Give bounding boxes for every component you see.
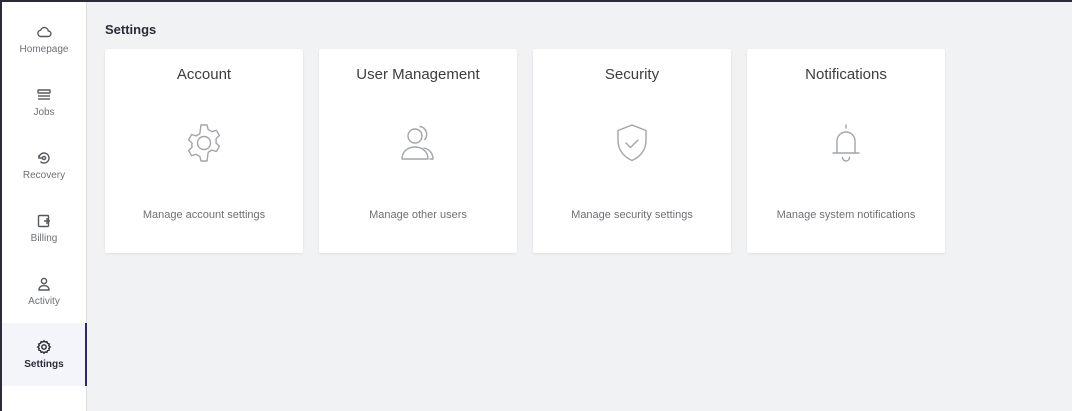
card-description: Manage system notifications [776,209,916,221]
users-icon [394,117,442,169]
card-user-management[interactable]: User Management Manage other users [319,49,517,253]
sidebar-item-label: Recovery [22,170,66,181]
cloud-icon [37,26,52,38]
main-content: Settings Account Manage account settings… [87,2,1072,411]
billing-icon [37,214,50,228]
sidebar-item-homepage[interactable]: Homepage [2,8,86,71]
sidebar-item-activity[interactable]: Activity [2,260,86,323]
card-account[interactable]: Account Manage account settings [105,49,303,253]
person-icon [38,277,50,291]
sidebar-item-label: Jobs [33,107,55,118]
sidebar-item-billing[interactable]: Billing [2,197,86,260]
shield-check-icon [608,117,656,169]
sidebar-item-label: Homepage [19,44,69,55]
settings-cards: Account Manage account settings User Man… [105,49,1054,253]
page-title: Settings [105,22,157,37]
card-security[interactable]: Security Manage security settings [533,49,731,253]
card-description: Manage security settings [571,209,693,221]
card-title: User Management [356,66,480,83]
sidebar-item-label: Billing [30,233,58,244]
sidebar-item-label: Settings [24,359,64,370]
card-description: Manage other users [369,209,467,221]
app-frame: Homepage Jobs Recovery Billing Activity … [0,0,1072,411]
gear-icon [36,339,52,355]
sidebar-item-settings[interactable]: Settings [2,323,87,386]
sidebar-item-label: Activity [28,296,60,307]
card-notifications[interactable]: Notifications Manage system notification… [747,49,945,253]
stack-icon [37,89,51,100]
card-title: Account [176,66,232,83]
bell-icon [822,117,870,169]
sidebar: Homepage Jobs Recovery Billing Activity … [2,2,87,411]
sidebar-item-jobs[interactable]: Jobs [2,71,86,134]
card-title: Security [604,66,660,83]
card-description: Manage account settings [142,209,266,221]
card-title: Notifications [805,66,887,83]
gear-icon [180,117,228,169]
sidebar-item-recovery[interactable]: Recovery [2,134,86,197]
recovery-icon [38,152,50,164]
